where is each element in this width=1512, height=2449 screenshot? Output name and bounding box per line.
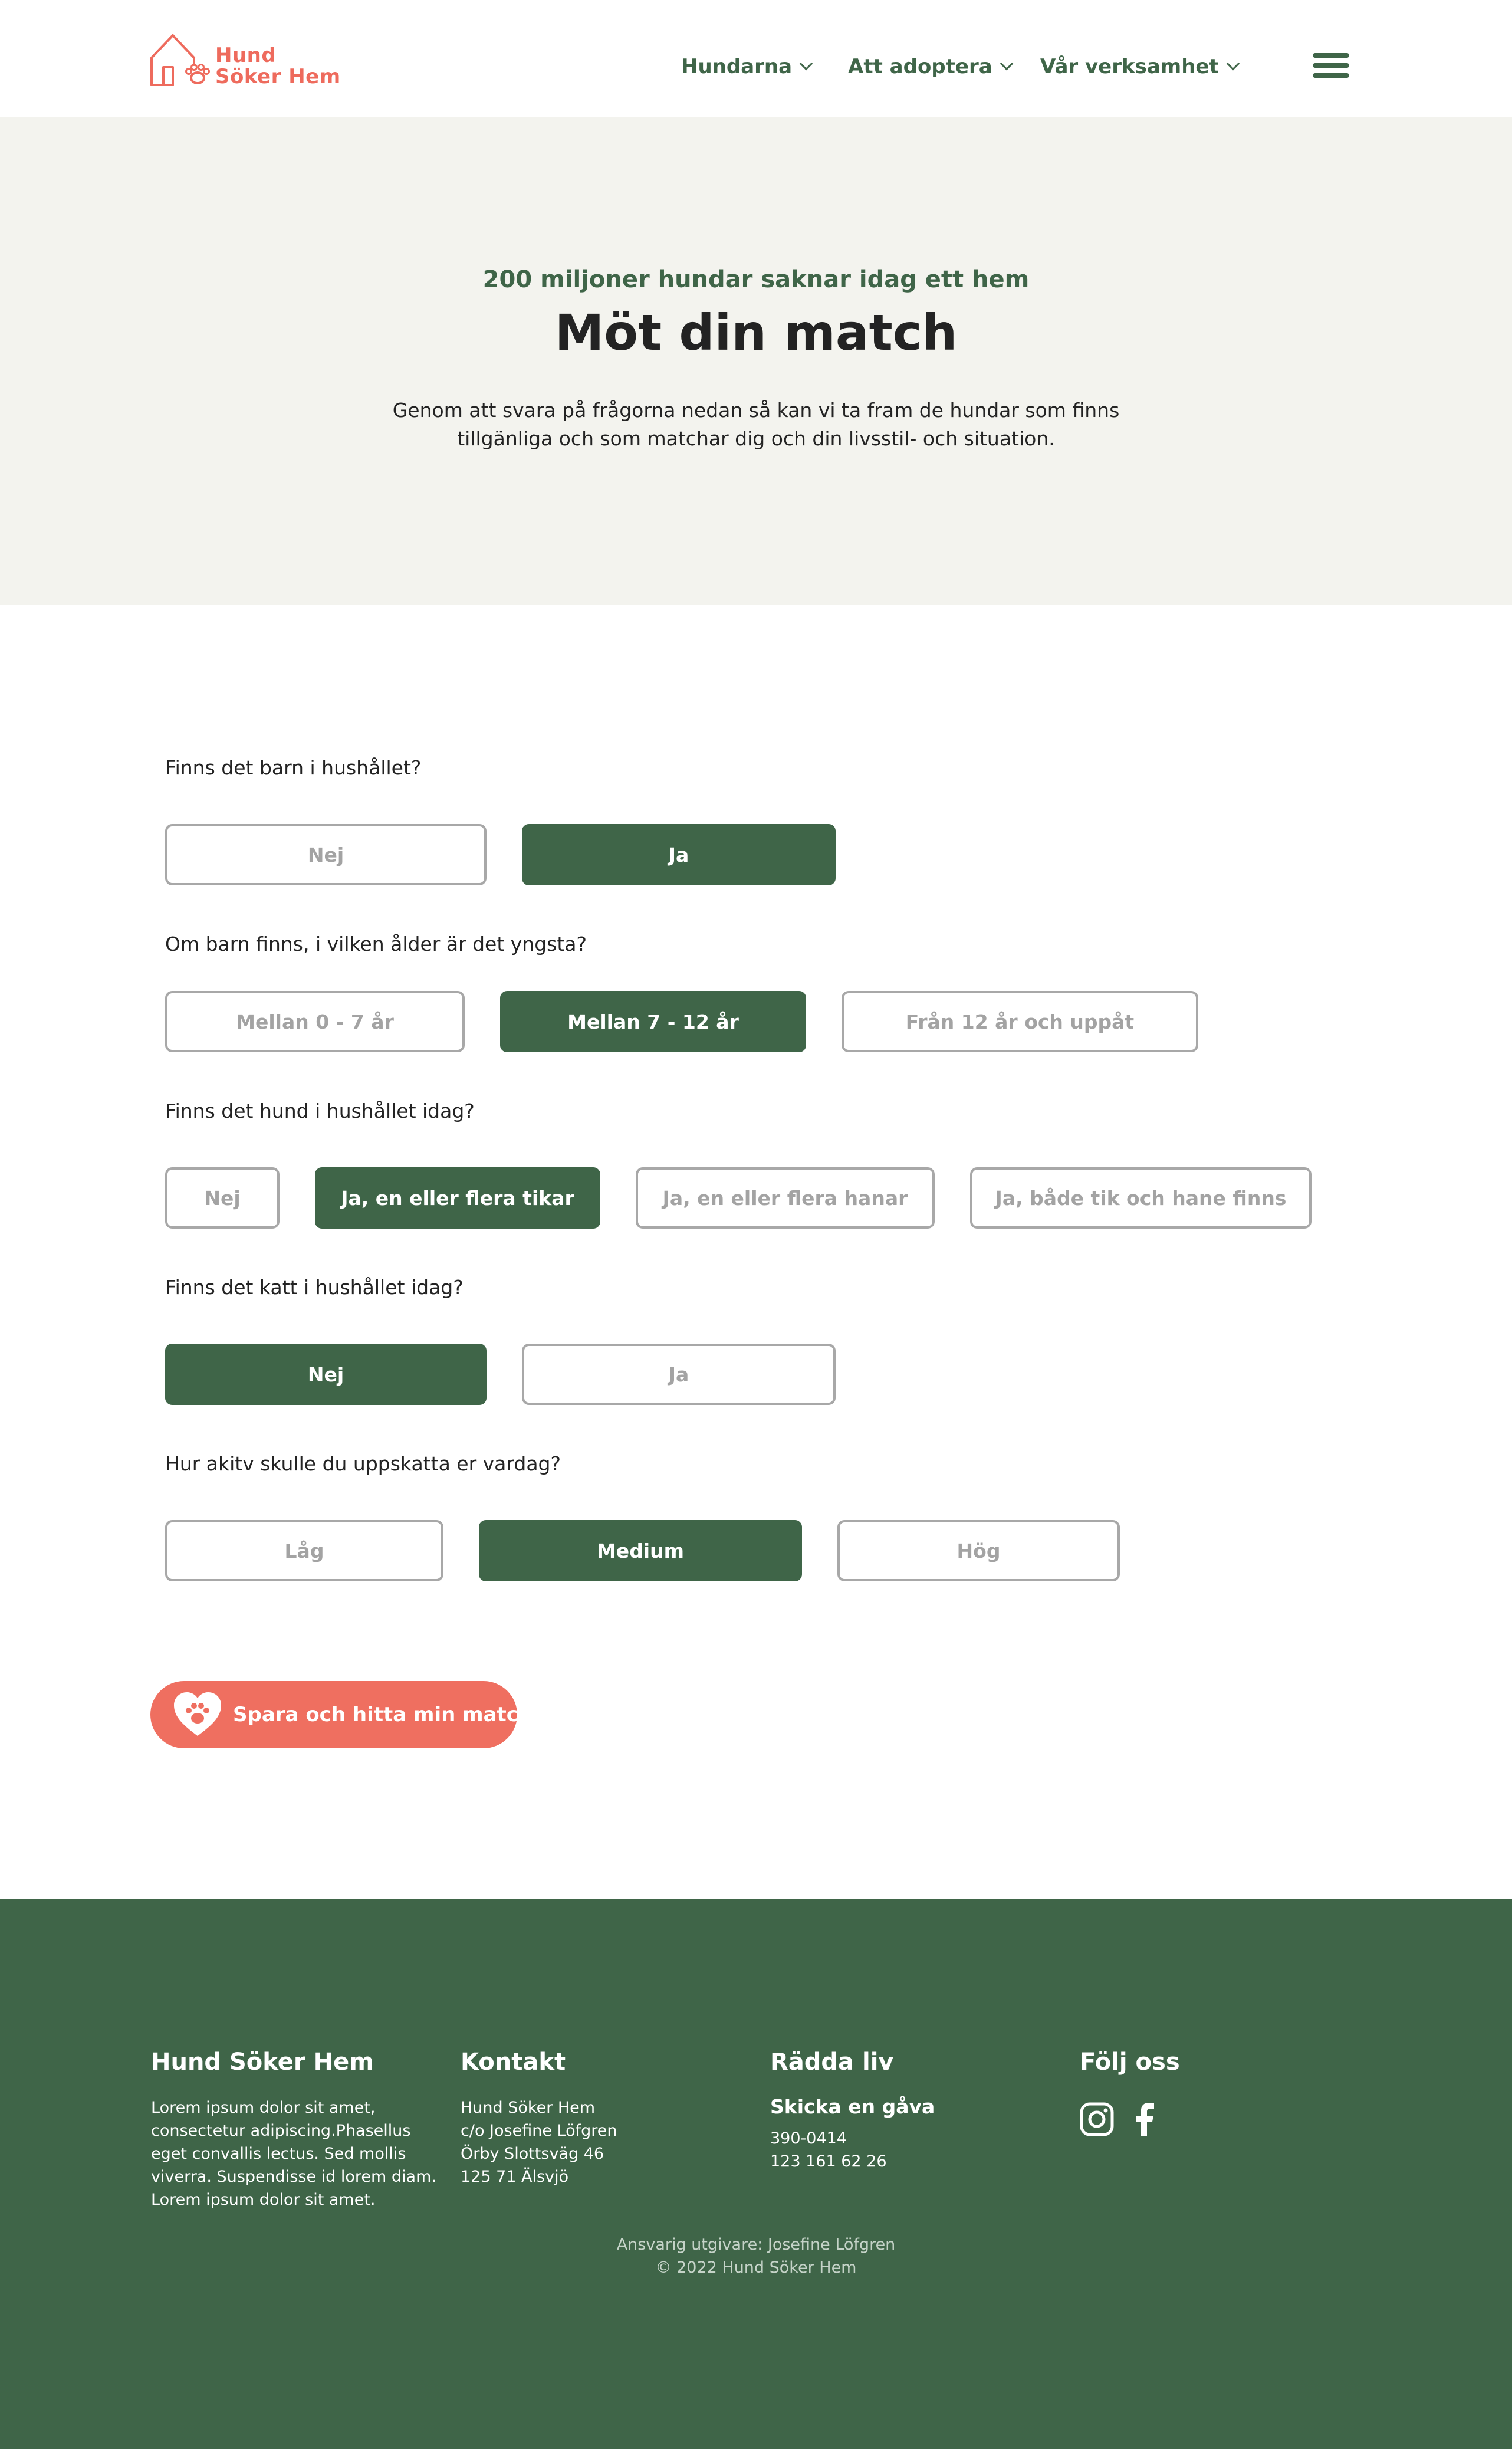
hamburger-icon[interactable]	[1313, 53, 1349, 78]
nav-item-label: Att adoptera	[848, 55, 992, 78]
logo-line-2: Söker Hem	[215, 65, 341, 88]
footer-contact-line: 125 71 Älsvjö	[461, 2168, 569, 2186]
page-title: Möt din match	[554, 304, 958, 362]
option-activity-lag[interactable]: Låg	[165, 1520, 443, 1581]
nav-item-label: Vår verksamhet	[1040, 55, 1219, 78]
footer-copyright: © 2022 Hund Söker Hem	[655, 2258, 857, 2277]
footer-credits: Ansvarig utgivare: Josefine Löfgren © 20…	[0, 2233, 1512, 2279]
save-find-match-button[interactable]: Spara och hitta min match	[150, 1681, 533, 1748]
footer-social: Följ oss	[1080, 2048, 1180, 2136]
nav-item-att-adoptera[interactable]: Att adoptera	[848, 55, 1013, 78]
option-age-12-plus[interactable]: Från 12 år och uppåt	[842, 991, 1198, 1052]
footer-donate-line: 390-0414	[770, 2129, 847, 2148]
footer-about-line: Lorem ipsum dolor sit amet.	[151, 2191, 376, 2209]
footer-about-line: consectetur adipiscing.Phasellus	[151, 2122, 411, 2140]
footer-social-heading: Följ oss	[1080, 2049, 1180, 2076]
option-activity-medium[interactable]: Medium	[479, 1520, 802, 1581]
option-dog-tikar[interactable]: Ja, en eller flera tikar	[315, 1167, 600, 1229]
option-cat-nej[interactable]: Nej	[165, 1344, 487, 1405]
logo-line-1: Hund	[215, 44, 277, 67]
footer-contact: Kontakt Hund Söker Hem c/o Josefine Löfg…	[461, 2048, 617, 2188]
footer-donate-numbers: 390-0414 123 161 62 26	[770, 2127, 935, 2173]
hero-description: Genom att svara på frågorna nedan så kan…	[392, 399, 1120, 450]
site-footer: Hund Söker Hem Lorem ipsum dolor sit ame…	[0, 1899, 1512, 2449]
hero-eyebrow: 200 miljoner hundar saknar idag ett hem	[482, 266, 1030, 293]
footer-donate-subheading: Skicka en gåva	[770, 2095, 935, 2118]
footer-donate: Rädda liv Skicka en gåva 390-0414 123 16…	[770, 2048, 935, 2173]
heart-paw-icon	[174, 1692, 221, 1736]
question-dog-in-household: Finns det hund i hushållet idag?	[165, 1099, 475, 1122]
nav-item-label: Hundarna	[681, 55, 793, 78]
option-children-nej[interactable]: Nej	[165, 824, 487, 885]
question-children: Finns det barn i hushållet?	[165, 756, 422, 779]
footer-donate-heading: Rädda liv	[770, 2049, 894, 2076]
footer-publisher: Ansvarig utgivare: Josefine Löfgren	[616, 2235, 896, 2254]
save-find-match-label: Spara och hitta min match	[233, 1703, 533, 1726]
option-dog-nej[interactable]: Nej	[165, 1167, 280, 1229]
footer-contact-line: Örby Slottsväg 46	[461, 2145, 604, 2163]
house-paw-icon	[150, 34, 210, 86]
option-dog-hanar[interactable]: Ja, en eller flera hanar	[636, 1167, 935, 1229]
nav-item-var-verksamhet[interactable]: Vår verksamhet	[1040, 55, 1240, 78]
question-youngest-age: Om barn finns, i vilken ålder är det yng…	[165, 933, 587, 956]
option-dog-both[interactable]: Ja, både tik och hane finns	[970, 1167, 1312, 1229]
hero-section: 200 miljoner hundar saknar idag ett hem …	[0, 117, 1512, 605]
option-age-7-12[interactable]: Mellan 7 - 12 år	[500, 991, 806, 1052]
footer-about-heading: Hund Söker Hem	[151, 2049, 374, 2076]
footer-donate-line: 123 161 62 26	[770, 2152, 887, 2171]
chevron-down-icon	[799, 57, 813, 71]
chevron-down-icon	[1226, 57, 1240, 71]
footer-about-text: Lorem ipsum dolor sit amet, consectetur …	[151, 2096, 436, 2211]
footer-contact-line: c/o Josefine Löfgren	[461, 2122, 617, 2140]
option-age-0-7[interactable]: Mellan 0 - 7 år	[165, 991, 465, 1052]
question-cat-in-household: Finns det katt i hushållet idag?	[165, 1276, 464, 1299]
option-cat-ja[interactable]: Ja	[522, 1344, 836, 1405]
footer-contact-line: Hund Söker Hem	[461, 2099, 596, 2117]
nav-item-hundarna[interactable]: Hundarna	[681, 55, 813, 78]
footer-about: Hund Söker Hem Lorem ipsum dolor sit ame…	[151, 2048, 436, 2211]
footer-contact-heading: Kontakt	[461, 2049, 566, 2076]
footer-about-line: Lorem ipsum dolor sit amet,	[151, 2099, 376, 2117]
facebook-icon[interactable]	[1134, 2102, 1155, 2139]
logo-wordmark: Hund Söker Hem	[215, 45, 341, 87]
footer-contact-address: Hund Söker Hem c/o Josefine Löfgren Örby…	[461, 2096, 617, 2188]
option-children-ja[interactable]: Ja	[522, 824, 836, 885]
chevron-down-icon	[1000, 57, 1013, 71]
instagram-icon[interactable]	[1080, 2102, 1114, 2139]
question-activity-level: Hur akitv skulle du uppskatta er vardag?	[165, 1452, 561, 1475]
site-header: Hund Söker Hem Hundarna Att adoptera Vår…	[0, 0, 1512, 117]
footer-about-line: eget convallis lectus. Sed mollis	[151, 2145, 406, 2163]
option-activity-hog[interactable]: Hög	[837, 1520, 1120, 1581]
footer-about-line: viverra. Suspendisse id lorem diam.	[151, 2168, 436, 2186]
site-logo[interactable]: Hund Söker Hem	[149, 32, 341, 88]
